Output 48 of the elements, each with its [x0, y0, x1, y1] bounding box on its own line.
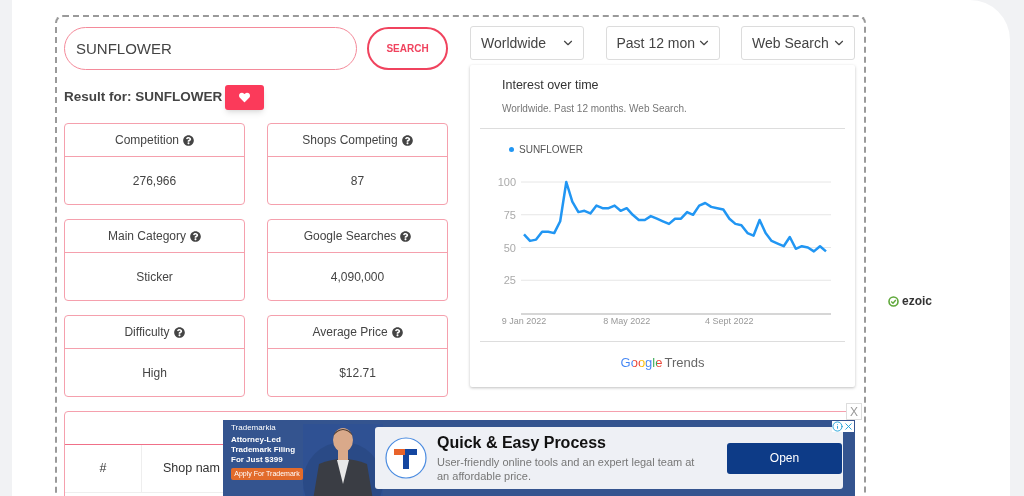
ezoic-logo-icon — [888, 295, 899, 307]
trends-subtitle: Worldwide. Past 12 months. Web Search. — [502, 101, 688, 116]
stat-label: Google Searches — [303, 228, 397, 245]
y-tick-label: 75 — [503, 208, 516, 221]
x-tick-label: 9 Jan 2022 — [501, 315, 547, 326]
favorite-button[interactable] — [225, 85, 265, 110]
stat-label: Competition — [115, 132, 179, 149]
trends-logo-text: Trends — [664, 353, 705, 372]
stat-value: High — [142, 364, 167, 382]
help-icon[interactable] — [173, 326, 185, 338]
stat-label: Difficulty — [124, 324, 170, 341]
y-tick-label: 100 — [497, 175, 516, 188]
help-icon[interactable] — [391, 326, 403, 338]
column-header: Shop nam — [163, 460, 220, 478]
ezoic-logo: ezoic — [902, 293, 932, 310]
legend-label: SUNFLOWER — [519, 142, 583, 157]
y-tick-label: 25 — [503, 274, 516, 286]
stat-value: $12.71 — [339, 364, 376, 382]
stat-label: Average Price — [312, 324, 388, 341]
x-tick-label: 4 Sept 2022 — [705, 315, 754, 326]
stat-label: Main Category — [107, 228, 186, 245]
search-button[interactable]: SEARCH — [367, 27, 448, 70]
heart-icon — [239, 92, 251, 103]
ad-close-icon[interactable] — [843, 421, 854, 432]
filter-dropdown[interactable]: Worldwide — [470, 26, 584, 60]
help-icon[interactable] — [401, 134, 413, 146]
y-tick-label: 50 — [503, 241, 516, 254]
stat-value: 87 — [350, 172, 365, 190]
ad-description: User-friendly online tools and an expert legal team at an affordable price. — [437, 454, 696, 483]
stat-label: Shops Competing — [302, 132, 398, 149]
result-heading: Result for: SUNFLOWER — [64, 88, 223, 107]
ad-brand: Trademarkia — [231, 423, 277, 432]
ad-open-button[interactable]: Open — [727, 442, 842, 474]
help-icon[interactable] — [190, 230, 201, 242]
search-field[interactable]: SUNFLOWER — [64, 27, 357, 70]
stat-value: 4,090,000 — [330, 268, 385, 286]
filter-dropdown[interactable]: Past 12 mon — [605, 26, 720, 60]
help-icon[interactable] — [183, 134, 194, 146]
help-icon[interactable] — [400, 230, 412, 242]
stat-value: Sticker — [136, 268, 173, 286]
filter-dropdown[interactable]: Web Search — [741, 26, 855, 60]
trends-title: Interest over time — [502, 77, 600, 94]
stat-value: 276,966 — [132, 172, 177, 190]
trademark-logo-icon — [385, 437, 427, 479]
column-header: # — [99, 460, 107, 478]
ad-promo-text: Attorney-Led Trademark Filing For Just $399 — [231, 435, 297, 465]
ad-headline: Quick & Easy Process — [437, 433, 607, 452]
x-tick-label: 8 May 2022 — [603, 315, 651, 326]
